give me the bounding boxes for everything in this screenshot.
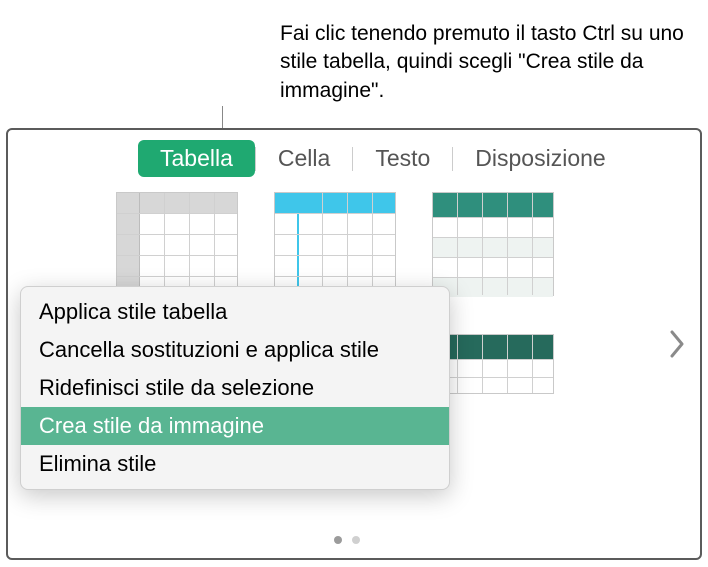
- page-dot-2[interactable]: [352, 536, 360, 544]
- tab-testo[interactable]: Testo: [353, 140, 452, 177]
- table-style-thumb-1[interactable]: [116, 192, 238, 296]
- menu-item-redefine-style[interactable]: Ridefinisci stile da selezione: [21, 369, 449, 407]
- page-dot-1[interactable]: [334, 536, 342, 544]
- table-style-thumb-2[interactable]: [274, 192, 396, 296]
- page-indicator: [334, 536, 360, 544]
- table-style-gallery: [116, 192, 554, 296]
- chevron-right-icon[interactable]: [668, 330, 686, 358]
- tab-disposizione[interactable]: Disposizione: [453, 140, 627, 177]
- inspector-tabs: Tabella Cella Testo Disposizione: [8, 130, 700, 187]
- table-style-thumb-6[interactable]: [432, 334, 554, 394]
- menu-item-delete-style[interactable]: Elimina stile: [21, 445, 449, 483]
- tab-cella[interactable]: Cella: [256, 140, 352, 177]
- tab-tabella[interactable]: Tabella: [138, 140, 255, 177]
- menu-item-apply-style[interactable]: Applica stile tabella: [21, 293, 449, 331]
- callout-text: Fai clic tenendo premuto il tasto Ctrl s…: [280, 20, 690, 105]
- menu-item-clear-overrides[interactable]: Cancella sostituzioni e applica stile: [21, 331, 449, 369]
- context-menu: Applica stile tabella Cancella sostituzi…: [20, 286, 450, 490]
- menu-item-create-style-from-image[interactable]: Crea stile da immagine: [21, 407, 449, 445]
- format-inspector-panel: Tabella Cella Testo Disposizione: [6, 128, 702, 560]
- table-style-thumb-3[interactable]: [432, 192, 554, 296]
